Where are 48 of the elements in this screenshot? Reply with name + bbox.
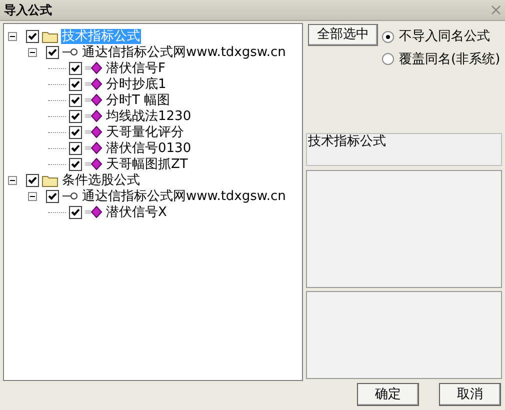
radio-label: 不导入同名公式: [399, 28, 490, 46]
diamond-icon: [85, 62, 102, 74]
tree-item[interactable]: 通达信指标公式网www.tdxgsw.cn: [81, 44, 287, 60]
key-icon: [62, 48, 78, 56]
radio-button[interactable]: [382, 30, 394, 43]
tree-item[interactable]: 潜伏信号0130: [105, 140, 192, 156]
folder-icon: [42, 30, 58, 42]
tree-item[interactable]: 条件选股公式: [61, 172, 141, 188]
checkbox[interactable]: [69, 62, 82, 74]
diamond-icon: [85, 206, 102, 218]
diamond-icon: [85, 158, 102, 170]
tree-item[interactable]: 通达信指标公式网www.tdxgsw.cn: [81, 188, 287, 204]
dialog-button[interactable]: 取消: [439, 383, 501, 406]
collapse-icon[interactable]: [28, 192, 37, 200]
collapse-icon[interactable]: [8, 32, 17, 40]
window-title: 导入公式: [4, 2, 52, 19]
key-icon: [62, 192, 78, 200]
diamond-icon: [85, 78, 102, 90]
checkbox[interactable]: [69, 142, 82, 154]
collapse-icon[interactable]: [28, 48, 37, 56]
checkbox[interactable]: [69, 94, 82, 106]
diamond-icon: [85, 142, 102, 154]
checkbox[interactable]: [69, 110, 82, 122]
checkbox[interactable]: [69, 206, 82, 218]
folder-icon: [42, 174, 58, 186]
diamond-icon: [85, 110, 102, 122]
checkbox[interactable]: [69, 78, 82, 90]
checkbox[interactable]: [46, 190, 59, 202]
checkbox[interactable]: [69, 158, 82, 170]
diamond-icon: [85, 126, 102, 138]
checkbox[interactable]: [26, 30, 39, 42]
tree-item[interactable]: 潜伏信号F: [105, 60, 166, 76]
tree-item[interactable]: 均线战法1230: [105, 108, 192, 124]
diamond-icon: [85, 94, 102, 106]
dialog-button[interactable]: 确定: [357, 383, 419, 406]
checkbox[interactable]: [69, 126, 82, 138]
radio-label: 覆盖同名(非系统): [399, 50, 500, 68]
checkbox[interactable]: [26, 174, 39, 186]
tree-item[interactable]: 潜伏信号X: [105, 204, 168, 220]
tree-item[interactable]: 天哥量化评分: [105, 124, 185, 140]
checkbox[interactable]: [46, 46, 59, 58]
tree-item[interactable]: 分时T 幅图: [105, 92, 172, 108]
select-all-button[interactable]: 全部选中: [308, 24, 378, 46]
collapse-icon[interactable]: [8, 176, 17, 184]
radio-button[interactable]: [382, 53, 394, 66]
info-box: 技术指标公式: [306, 133, 502, 166]
tree-item[interactable]: 天哥幅图抓ZT: [105, 156, 189, 172]
tree-item[interactable]: 分时抄底1: [105, 76, 168, 92]
